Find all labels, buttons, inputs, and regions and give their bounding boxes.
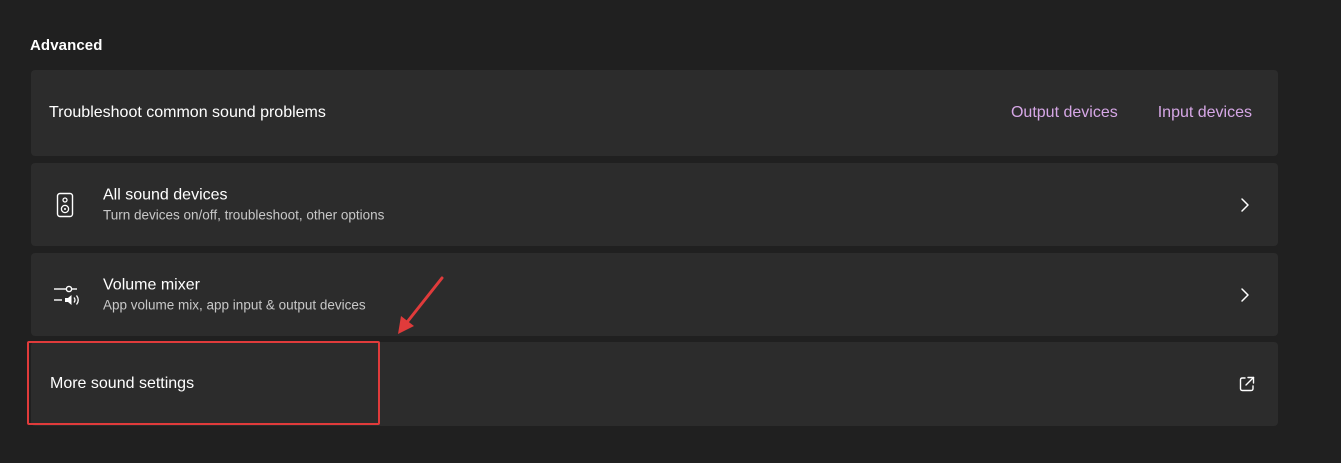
- section-title: Advanced: [30, 37, 103, 54]
- all-sound-devices-text: All sound devices Turn devices on/off, t…: [103, 185, 384, 224]
- all-sound-devices-subtitle: Turn devices on/off, troubleshoot, other…: [103, 207, 385, 222]
- volume-mixer-text: Volume mixer App volume mix, app input &…: [103, 275, 366, 314]
- troubleshoot-links: Output devices Input devices: [1011, 104, 1252, 122]
- troubleshoot-card: Troubleshoot common sound problems Outpu…: [31, 70, 1278, 156]
- speaker-icon: [53, 191, 77, 219]
- sound-settings-advanced: Advanced Troubleshoot common sound probl…: [0, 0, 1341, 463]
- volume-mixer-icon: [53, 281, 81, 309]
- all-sound-devices-title: All sound devices: [103, 186, 228, 203]
- more-sound-settings-label: More sound settings: [50, 375, 195, 392]
- more-sound-settings-card[interactable]: More sound settings: [31, 342, 1278, 426]
- output-devices-link[interactable]: Output devices: [1011, 104, 1118, 122]
- volume-mixer-subtitle: App volume mix, app input & output devic…: [103, 297, 366, 312]
- all-sound-devices-card[interactable]: All sound devices Turn devices on/off, t…: [31, 163, 1278, 246]
- input-devices-link[interactable]: Input devices: [1158, 104, 1252, 122]
- external-link-icon: [1239, 376, 1255, 392]
- chevron-right-icon: [1241, 287, 1249, 302]
- troubleshoot-label: Troubleshoot common sound problems: [49, 104, 326, 121]
- chevron-right-icon: [1241, 197, 1249, 212]
- volume-mixer-card[interactable]: Volume mixer App volume mix, app input &…: [31, 253, 1278, 336]
- volume-mixer-title: Volume mixer: [103, 276, 200, 293]
